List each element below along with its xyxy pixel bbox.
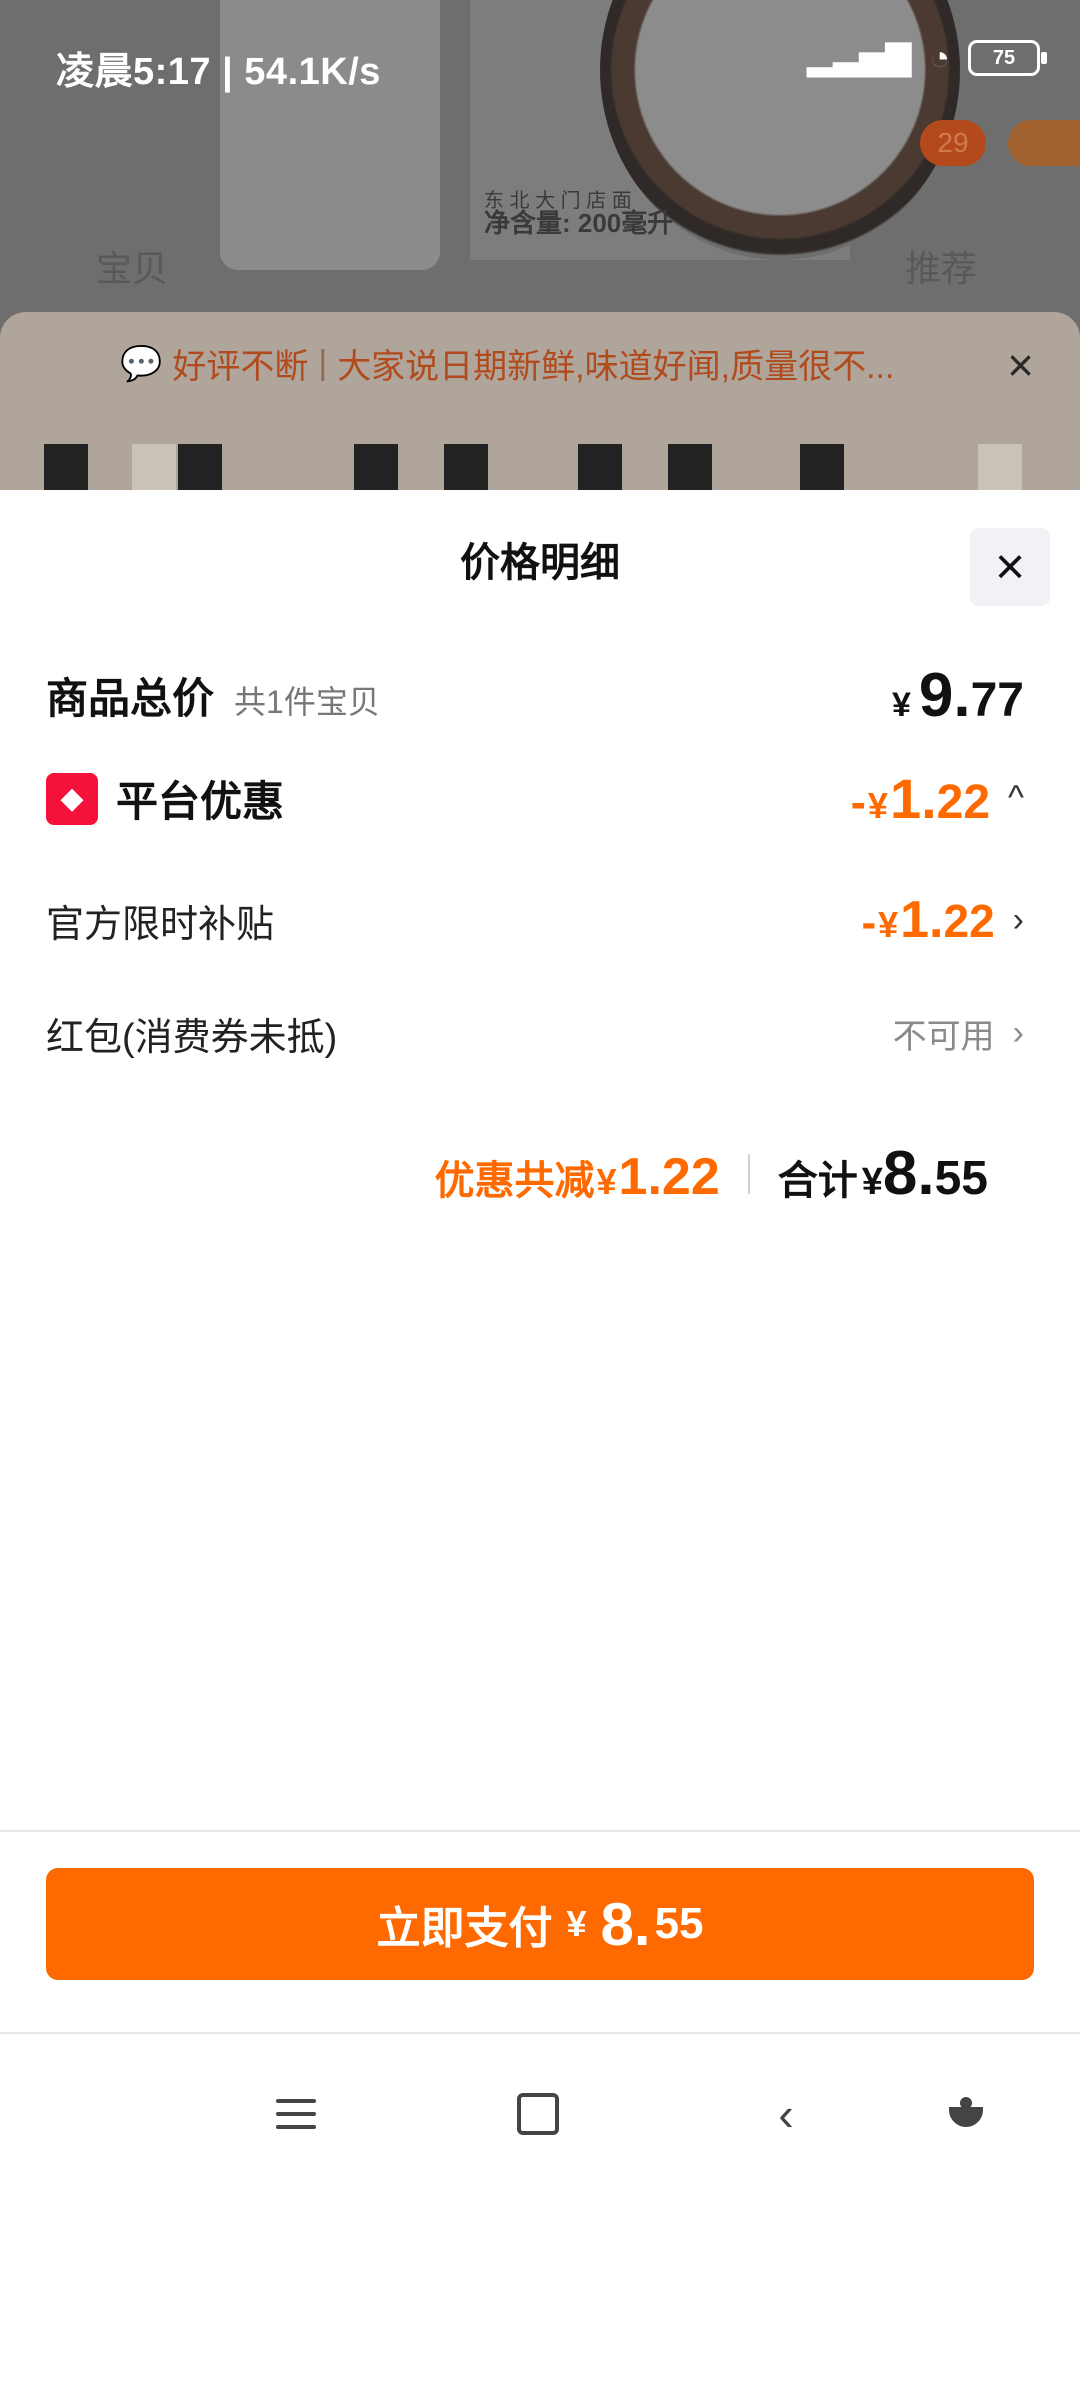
platform-discount-row[interactable]: ◆ 平台优惠 - ¥ 1. 22 ^ [46,766,1024,831]
goods-total-price: ¥ 9. 77 [891,661,1024,730]
red-packet-label: 红包(消费券未抵) [46,1017,338,1059]
official-subsidy-left: 官方限时补贴 [46,893,274,948]
status-bar: 凌晨5:17 | 54.1K/s ▂▃▅▇ ◔ 75 [0,0,1080,95]
menu-lines [276,2099,316,2129]
review-thumbnails [0,444,1080,490]
review-tag: 好评不断 [172,348,309,386]
total-summary: 合计 ¥ 8. 55 [777,1139,988,1208]
red-packet-status: 不可用 [892,1018,995,1056]
assistant-shape [949,2097,983,2131]
pay-now-button[interactable]: 立即支付 ¥ 8. 55 [46,1868,1034,1980]
goods-count: 共1件宝贝 [234,684,380,720]
thumbnail [978,444,1022,490]
review-separator: | [318,344,328,382]
official-subsidy-amount: - ¥ 1. 22 [861,891,995,949]
assistant-icon[interactable] [936,2084,996,2144]
wifi-icon: ◔ [929,38,950,77]
thumbnail [800,444,844,490]
price-summary: 优惠共减 ¥ 1.22 合计 ¥ 8. 55 [435,1138,989,1209]
summary-divider [747,1154,750,1194]
red-packet-value-wrap: 不可用 › [893,1009,1024,1058]
system-navigation-bar: ‹ [0,2032,1080,2184]
battery-icon: 75 [968,40,1047,76]
pay-now-dec: 55 [654,1899,704,1948]
tab-baby: 宝贝 [96,248,169,289]
goods-total-row: 商品总价 共1件宝贝 ¥ 9. 77 [46,660,1024,731]
thumbnail [444,444,488,490]
review-close-icon[interactable]: × [1007,342,1034,388]
official-subsidy-label: 官方限时补贴 [46,903,275,946]
thumbnail [668,444,712,490]
thumbnail [578,444,622,490]
chevron-right-icon[interactable]: › [1013,901,1024,940]
red-packet-left: 红包(消费券未抵) [46,1006,337,1061]
status-time-speed: 凌晨5:17 | 54.1K/s [56,51,381,93]
signal-icon: ▂▃▅▇ [806,39,912,77]
notification-badge: 29 [920,120,986,166]
price-detail-sheet: 价格明细 × 商品总价 共1件宝贝 ¥ 9. 77 ◆ 平台优惠 - ¥ 1. … [0,490,1080,2400]
thumbnail [44,444,88,490]
pay-now-int: 8. [600,1890,651,1958]
official-subsidy-row[interactable]: 官方限时补贴 - ¥ 1. 22 › [46,890,1024,950]
thumbnail [132,444,176,490]
thumbnail [178,444,222,490]
close-icon: × [994,538,1026,596]
red-packet-row[interactable]: 红包(消费券未抵) 不可用 › [46,1006,1024,1061]
pay-now-currency: ¥ [566,1903,587,1944]
pay-now-label: 立即支付 [376,1904,553,1953]
back-icon[interactable]: ‹ [756,2084,816,2144]
goods-total-left: 商品总价 共1件宝贝 [46,665,380,726]
platform-discount-value-wrap: - ¥ 1. 22 ^ [851,766,1024,831]
bottom-divider [0,1830,1080,1832]
discount-summary: 优惠共减 ¥ 1.22 [434,1148,720,1206]
chevron-up-icon[interactable]: ^ [1008,779,1024,818]
goods-total-label: 商品总价 [46,675,215,722]
home-square [517,2093,559,2135]
close-button[interactable]: × [970,528,1050,606]
platform-discount-left: ◆ 平台优惠 [46,768,284,829]
review-strip: 💬 好评不断 | 大家说日期新鲜,味道好闻,质量很不... × [0,312,1080,490]
chat-icon: 💬 [120,344,163,383]
notification-badge-secondary [1008,120,1080,166]
sheet-title: 价格明细 [460,541,620,585]
review-text: 大家说日期新鲜,味道好闻,质量很不... [337,348,895,386]
tag-icon: ◆ [46,772,98,825]
thumbnail [354,444,398,490]
platform-discount-label: 平台优惠 [116,778,285,825]
chevron-right-icon[interactable]: › [1013,1014,1024,1053]
tab-recommend: 推荐 [905,248,978,289]
platform-discount-amount: - ¥ 1. 22 [850,767,991,830]
home-icon[interactable] [508,2084,568,2144]
menu-icon[interactable] [266,2084,326,2144]
official-subsidy-value-wrap: - ¥ 1. 22 › [861,890,1024,950]
review-row: 💬 好评不断 | 大家说日期新鲜,味道好闻,质量很不... [120,339,894,388]
package-text: 东 北 大 门 店 面 净含量: 200毫升 [484,190,674,238]
status-icons: ▂▃▅▇ ◔ 75 [806,38,1047,78]
